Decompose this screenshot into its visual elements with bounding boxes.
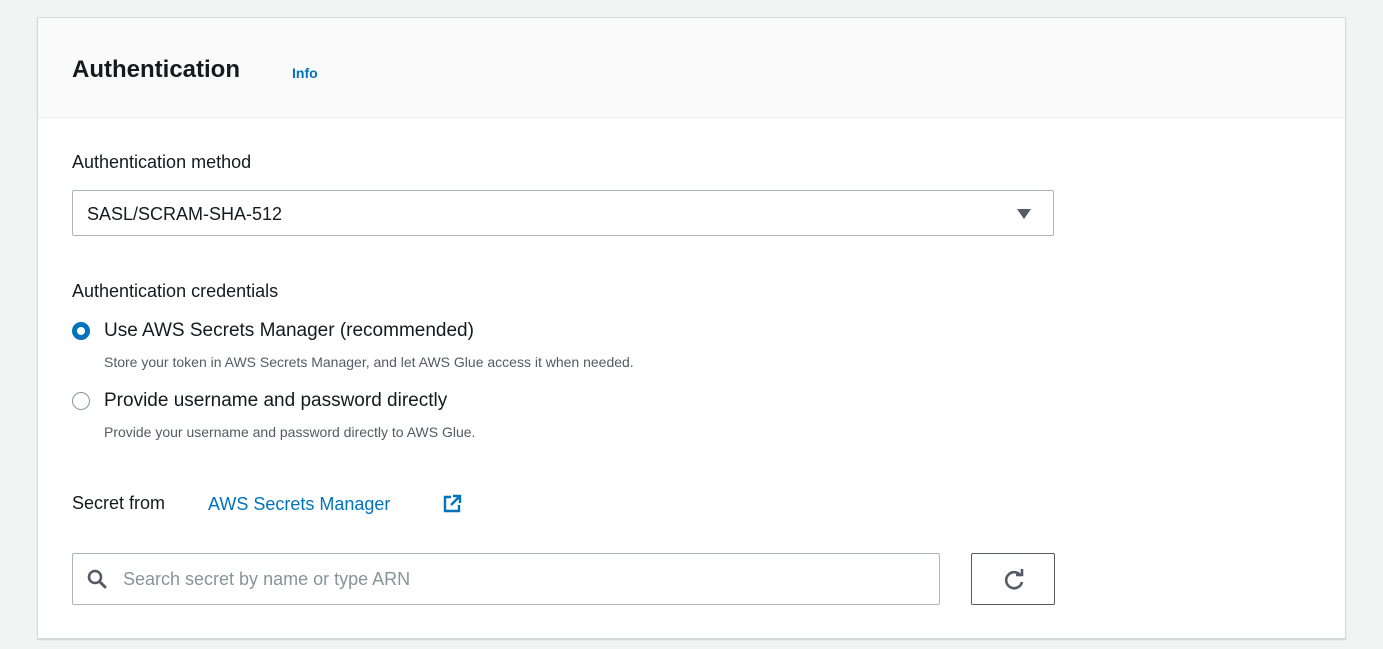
secret-search-field[interactable] [72, 553, 940, 605]
refresh-icon [1004, 569, 1024, 590]
auth-method-selected-value: SASL/SCRAM-SHA-512 [87, 204, 283, 224]
auth-method-label: Authentication method [72, 152, 252, 172]
secret-search-input[interactable] [123, 564, 923, 594]
radio-direct-credentials[interactable] [72, 392, 90, 410]
aws-secrets-manager-link[interactable]: AWS Secrets Manager [208, 493, 390, 515]
radio-secrets-manager-description: Store your token in AWS Secrets Manager,… [104, 354, 634, 370]
radio-secrets-manager-label[interactable]: Use AWS Secrets Manager (recommended) [104, 320, 474, 342]
authentication-panel: Authentication Info Authentication metho… [37, 17, 1346, 639]
auth-credentials-label: Authentication credentials [72, 281, 279, 301]
radio-direct-credentials-description: Provide your username and password direc… [104, 424, 476, 440]
auth-method-select[interactable]: SASL/SCRAM-SHA-512 [72, 190, 1054, 236]
radio-secrets-manager[interactable] [72, 322, 90, 340]
section-title: Authentication [72, 56, 240, 83]
search-icon [87, 569, 107, 589]
radio-direct-credentials-label[interactable]: Provide username and password directly [104, 390, 447, 412]
refresh-button[interactable] [971, 553, 1055, 605]
secret-from-label: Secret from [72, 493, 166, 513]
info-link[interactable]: Info [292, 65, 318, 81]
external-link-icon[interactable] [442, 494, 462, 514]
panel-header: Authentication Info [38, 18, 1345, 118]
caret-down-icon [1017, 209, 1031, 219]
